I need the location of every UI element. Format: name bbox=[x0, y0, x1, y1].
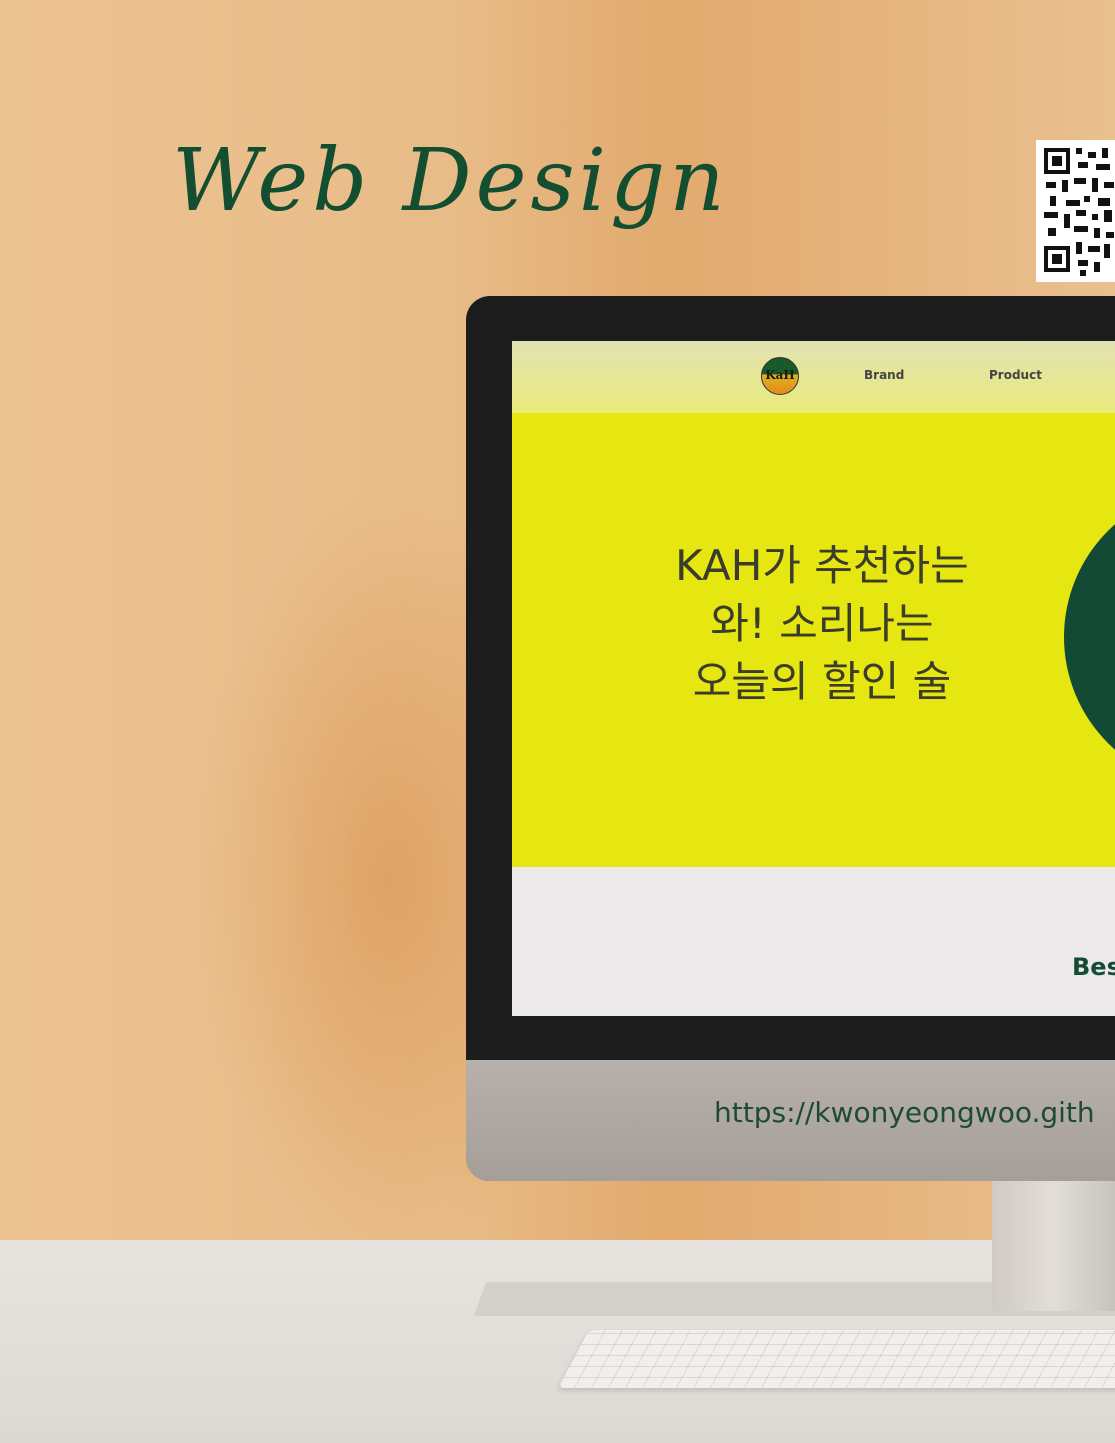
nav-item-brand[interactable]: Brand bbox=[864, 368, 904, 382]
nav-item-product[interactable]: Product bbox=[989, 368, 1042, 382]
website-screen: KaH Brand Product KAH가 추천하는 와! 소리나는 오늘의 … bbox=[512, 341, 1115, 1016]
hero-line-2: 와! 소리나는 bbox=[710, 599, 934, 648]
site-navbar: KaH Brand Product bbox=[512, 341, 1115, 413]
logo-text: KaH bbox=[765, 368, 795, 382]
site-url[interactable]: https://kwonyeongwoo.gith bbox=[714, 1096, 1095, 1129]
hero-line-3: 오늘의 할인 술 bbox=[692, 657, 952, 706]
monitor: KaH Brand Product KAH가 추천하는 와! 소리나는 오늘의 … bbox=[466, 296, 1115, 1181]
monitor-chin: https://kwonyeongwoo.gith bbox=[466, 1060, 1115, 1181]
hero-line-1: KAH가 추천하는 bbox=[675, 541, 969, 590]
hero-banner: KAH가 추천하는 와! 소리나는 오늘의 할인 술 bbox=[512, 413, 1115, 867]
hero-headline: KAH가 추천하는 와! 소리나는 오늘의 할인 술 bbox=[622, 537, 1022, 711]
qr-code-icon[interactable] bbox=[1036, 140, 1115, 282]
keyboard bbox=[558, 1330, 1115, 1388]
hero-green-circle bbox=[1064, 487, 1115, 787]
poster-title: Web Design bbox=[172, 131, 729, 231]
monitor-stand bbox=[992, 1181, 1115, 1311]
kah-logo-icon[interactable]: KaH bbox=[761, 357, 799, 395]
best-section-label: Bes bbox=[1072, 953, 1115, 981]
